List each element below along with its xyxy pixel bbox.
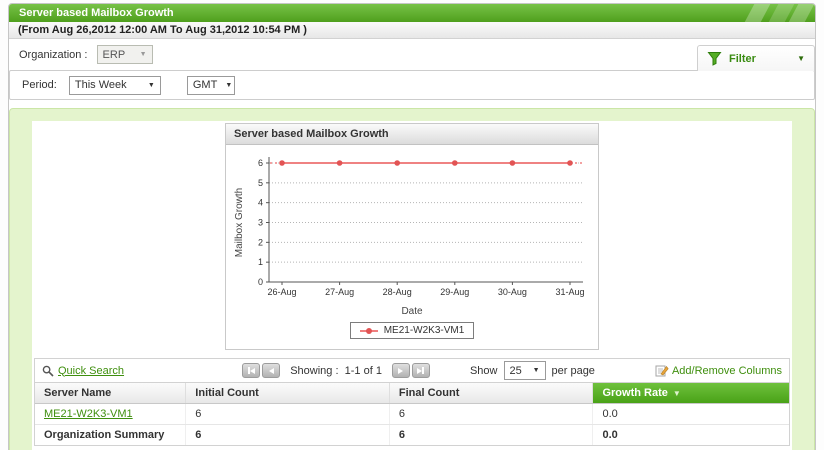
pagination: Showing : 1-1 of 1 <box>242 363 430 378</box>
final-count-cell: 6 <box>389 403 594 425</box>
column-header-final-count[interactable]: Final Count <box>389 383 594 404</box>
show-label: Show <box>469 364 498 377</box>
column-header-growth-rate[interactable]: Growth Rate ▼ <box>592 383 789 404</box>
organization-summary-row: Organization Summary 6 6 0.0 <box>35 424 789 445</box>
filter-button-label: Filter <box>729 52 756 65</box>
chart-x-axis-label: Date <box>401 306 423 317</box>
svg-text:27-Aug: 27-Aug <box>325 287 354 297</box>
svg-text:1: 1 <box>258 257 263 267</box>
chart-legend: ME21-W2K3-VM1 <box>349 322 475 339</box>
summary-label-cell: Organization Summary <box>35 424 187 445</box>
svg-text:30-Aug: 30-Aug <box>498 287 527 297</box>
filter-chevron-down-icon: ▼ <box>797 54 805 63</box>
filter-button[interactable]: Filter ▼ <box>697 45 815 71</box>
organization-label: Organization : <box>19 48 88 61</box>
chevron-down-icon: ▼ <box>532 367 540 374</box>
page-size-select[interactable]: 25 ▼ <box>503 361 546 380</box>
organization-select[interactable]: ERP ▼ <box>96 45 153 64</box>
search-icon <box>42 365 54 377</box>
report-title-bar: Server based Mailbox Growth <box>9 4 815 22</box>
svg-text:3: 3 <box>258 218 263 228</box>
edit-columns-icon <box>655 365 669 377</box>
final-count-cell: 6 <box>389 424 594 445</box>
period-select-value: This Week <box>74 79 127 91</box>
svg-text:31-Aug: 31-Aug <box>555 287 584 297</box>
chart-title: Server based Mailbox Growth <box>234 128 389 140</box>
series-marker-icon <box>359 327 378 334</box>
date-range-bar: (From Aug 26,2012 12:00 AM To Aug 31,201… <box>9 22 815 39</box>
showing-text: Showing : 1-1 of 1 <box>290 364 382 377</box>
chevron-down-icon: ▼ <box>139 51 147 58</box>
chevron-down-icon: ▼ <box>147 81 155 89</box>
date-range-text: (From Aug 26,2012 12:00 AM To Aug 31,201… <box>18 24 307 36</box>
column-header-server-name[interactable]: Server Name <box>35 383 187 404</box>
growth-rate-cell: 0.0 <box>602 429 618 441</box>
svg-text:5: 5 <box>258 178 263 188</box>
svg-text:29-Aug: 29-Aug <box>440 287 469 297</box>
svg-text:4: 4 <box>258 198 263 208</box>
table-row: ME21-W2K3-VM1 6 6 0.0 <box>35 403 789 425</box>
growth-rate-cell: 0.0 <box>592 403 789 425</box>
timezone-select-value: GMT <box>192 79 218 91</box>
initial-count-cell: 6 <box>185 403 390 425</box>
column-header-initial-count[interactable]: Initial Count <box>185 383 390 404</box>
chevron-down-icon: ▼ <box>225 81 233 89</box>
page-title: Server based Mailbox Growth <box>19 7 174 19</box>
svg-text:6: 6 <box>258 158 263 168</box>
period-filter-panel: Period: This Week ▼ GMT ▼ <box>9 70 815 100</box>
svg-text:Mailbox Growth: Mailbox Growth <box>234 188 245 257</box>
first-page-button[interactable] <box>242 363 261 378</box>
add-remove-columns-link[interactable]: Add/Remove Columns <box>655 364 782 377</box>
title-bar-stripes-decoration <box>719 4 815 22</box>
initial-count-cell: 6 <box>185 424 390 445</box>
server-grid-block: Quick Search Showing : 1-1 of 1 Show 25 … <box>34 358 790 446</box>
period-select[interactable]: This Week ▼ <box>68 75 161 95</box>
svg-text:0: 0 <box>258 277 263 287</box>
timezone-select[interactable]: GMT ▼ <box>186 75 235 95</box>
report-inner-area: Server based Mailbox Growth 0 1 2 3 4 5 6 26-Au… <box>32 121 792 450</box>
legend-series-label: ME21-W2K3-VM1 <box>383 325 465 336</box>
chart-panel: Server based Mailbox Growth 0 1 2 3 4 5 6 26-Au… <box>225 123 599 350</box>
table-header-row: Server Name Initial Count Final Count Gr… <box>35 383 789 404</box>
svg-text:26-Aug: 26-Aug <box>267 287 296 297</box>
next-page-button[interactable] <box>391 363 410 378</box>
sort-descending-icon: ▼ <box>672 389 681 398</box>
last-page-button[interactable] <box>411 363 430 378</box>
filter-funnel-icon <box>707 52 722 66</box>
report-window: Server based Mailbox Growth (From Aug 26… <box>8 3 816 450</box>
per-page-label: per page <box>551 364 595 377</box>
report-content-panel: Server based Mailbox Growth 0 1 2 3 4 5 6 26-Au… <box>9 108 815 450</box>
organization-select-value: ERP <box>102 48 126 61</box>
server-name-link[interactable]: ME21-W2K3-VM1 <box>44 408 133 420</box>
page-size-value: 25 <box>509 364 522 377</box>
svg-text:28-Aug: 28-Aug <box>383 287 412 297</box>
chart-title-bar: Server based Mailbox Growth <box>226 124 598 145</box>
previous-page-button[interactable] <box>262 363 281 378</box>
period-label: Period: <box>22 79 57 91</box>
mailbox-growth-chart: 0 1 2 3 4 5 6 26-Aug 27-Aug 28-Aug 29-Aug 30-Aug 31-… <box>233 151 591 306</box>
svg-text:2: 2 <box>258 237 263 247</box>
showing-range: 1-1 of 1 <box>344 364 382 377</box>
server-growth-table: Server Name Initial Count Final Count Gr… <box>35 383 789 445</box>
list-toolbar: Quick Search Showing : 1-1 of 1 Show 25 … <box>35 359 789 383</box>
organization-row: Organization : ERP ▼ Filter ▼ <box>9 39 815 71</box>
quick-search-link[interactable]: Quick Search <box>58 365 124 377</box>
